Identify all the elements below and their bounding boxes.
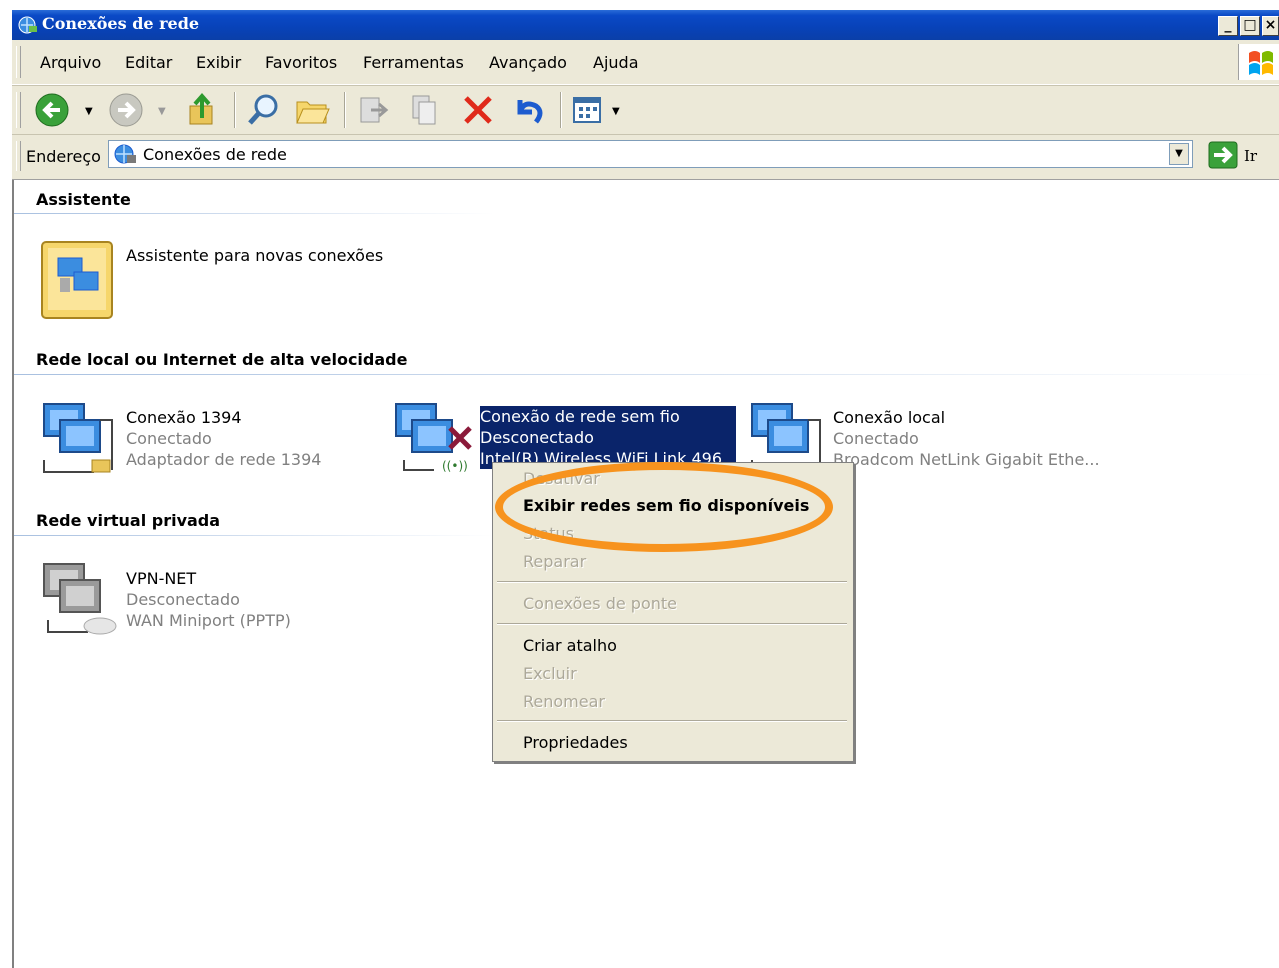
connection-1394-status: Conectado bbox=[126, 429, 212, 448]
menu-separator bbox=[497, 581, 847, 583]
network-connections-icon bbox=[18, 16, 38, 38]
connection-1394-device: Adaptador de rede 1394 bbox=[126, 450, 322, 469]
folders-icon[interactable] bbox=[294, 92, 330, 132]
menu-separator bbox=[497, 623, 847, 625]
views-dropdown-icon[interactable]: ▼ bbox=[612, 106, 620, 117]
wireless-connection-status: Desconectado bbox=[480, 427, 736, 448]
address-bar: Endereço Conexões de rede ▼ Ir bbox=[12, 134, 1279, 180]
toolbar-separator bbox=[344, 92, 346, 128]
section-divider bbox=[14, 374, 1279, 375]
toolbar-grip[interactable] bbox=[16, 92, 21, 128]
menu-item-status[interactable]: Status bbox=[523, 524, 574, 543]
address-dropdown-button[interactable]: ▼ bbox=[1169, 143, 1189, 165]
svg-text:((•)): ((•)) bbox=[442, 459, 468, 473]
wireless-connection-icon[interactable]: ((•)) bbox=[392, 400, 474, 484]
menu-ajuda[interactable]: Ajuda bbox=[593, 53, 639, 72]
toolbar-separator bbox=[234, 92, 236, 128]
section-divider bbox=[14, 535, 494, 536]
wireless-connection-name[interactable]: Conexão de rede sem fio bbox=[480, 406, 736, 427]
up-folder-icon[interactable] bbox=[184, 92, 220, 132]
context-menu: Desativar Exibir redes sem fio disponíve… bbox=[492, 462, 854, 762]
menubar-grip[interactable] bbox=[16, 46, 21, 78]
vpn-device: WAN Miniport (PPTP) bbox=[126, 611, 291, 630]
address-value: Conexões de rede bbox=[143, 145, 287, 164]
local-connection-name[interactable]: Conexão local bbox=[833, 408, 945, 427]
section-divider bbox=[14, 213, 494, 214]
section-title-vpn: Rede virtual privada bbox=[36, 511, 221, 530]
move-to-icon[interactable] bbox=[357, 92, 393, 132]
menu-ferramentas[interactable]: Ferramentas bbox=[363, 53, 464, 72]
menu-avancado[interactable]: Avançado bbox=[489, 53, 567, 72]
menu-item-exibir-redes[interactable]: Exibir redes sem fio disponíveis bbox=[523, 496, 809, 515]
views-icon[interactable] bbox=[572, 94, 604, 130]
go-arrow-icon[interactable] bbox=[1208, 141, 1238, 173]
menu-item-conexoes-ponte[interactable]: Conexões de ponte bbox=[523, 594, 677, 613]
menu-item-criar-atalho[interactable]: Criar atalho bbox=[523, 636, 617, 655]
local-connection-device: Broadcom NetLink Gigabit Ethe... bbox=[833, 450, 1100, 469]
network-connection-icon[interactable] bbox=[40, 400, 120, 484]
toolbar-separator bbox=[560, 92, 562, 128]
go-button[interactable]: Ir bbox=[1244, 147, 1257, 165]
forward-icon[interactable] bbox=[108, 92, 144, 132]
menu-item-propriedades[interactable]: Propriedades bbox=[523, 733, 628, 752]
menu-exibir[interactable]: Exibir bbox=[196, 53, 241, 72]
new-connection-wizard-icon[interactable] bbox=[40, 238, 116, 324]
copy-to-icon[interactable] bbox=[409, 92, 445, 132]
menu-separator bbox=[497, 720, 847, 722]
menu-item-desativar[interactable]: Desativar bbox=[523, 469, 600, 488]
menu-item-renomear[interactable]: Renomear bbox=[523, 692, 605, 711]
forward-dropdown-icon[interactable]: ▼ bbox=[158, 106, 166, 117]
wizard-item-name[interactable]: Assistente para novas conexões bbox=[126, 246, 383, 265]
menu-item-excluir[interactable]: Excluir bbox=[523, 664, 577, 683]
addressbar-grip[interactable] bbox=[16, 141, 21, 171]
title-bar: Conexões de rede _ □ × bbox=[12, 10, 1279, 40]
address-label: Endereço bbox=[26, 147, 101, 166]
window-title: Conexões de rede bbox=[42, 14, 200, 33]
menu-bar: Arquivo Editar Exibir Favoritos Ferramen… bbox=[12, 40, 1279, 85]
section-title-assistente: Assistente bbox=[36, 190, 131, 209]
back-icon[interactable] bbox=[34, 92, 70, 132]
menu-editar[interactable]: Editar bbox=[125, 53, 172, 72]
vpn-connection-icon[interactable] bbox=[40, 560, 120, 644]
network-connections-icon bbox=[113, 143, 137, 169]
vpn-status: Desconectado bbox=[126, 590, 240, 609]
undo-icon[interactable] bbox=[510, 92, 546, 132]
minimize-button[interactable]: _ bbox=[1218, 16, 1238, 36]
connection-1394-name[interactable]: Conexão 1394 bbox=[126, 408, 242, 427]
menu-arquivo[interactable]: Arquivo bbox=[40, 53, 101, 72]
delete-icon[interactable] bbox=[460, 92, 496, 132]
search-icon[interactable] bbox=[246, 92, 282, 132]
close-button[interactable]: × bbox=[1262, 16, 1279, 36]
back-dropdown-icon[interactable]: ▼ bbox=[85, 106, 93, 117]
local-connection-status: Conectado bbox=[833, 429, 919, 448]
menu-favoritos[interactable]: Favoritos bbox=[265, 53, 337, 72]
maximize-button[interactable]: □ bbox=[1240, 16, 1260, 36]
vpn-name[interactable]: VPN-NET bbox=[126, 569, 196, 588]
toolbar: ▼ ▼ ▼ bbox=[12, 85, 1279, 135]
windows-logo-icon bbox=[1238, 44, 1279, 80]
address-field[interactable]: Conexões de rede ▼ bbox=[108, 140, 1193, 168]
section-title-rede-local: Rede local ou Internet de alta velocidad… bbox=[36, 350, 408, 369]
menu-item-reparar[interactable]: Reparar bbox=[523, 552, 586, 571]
